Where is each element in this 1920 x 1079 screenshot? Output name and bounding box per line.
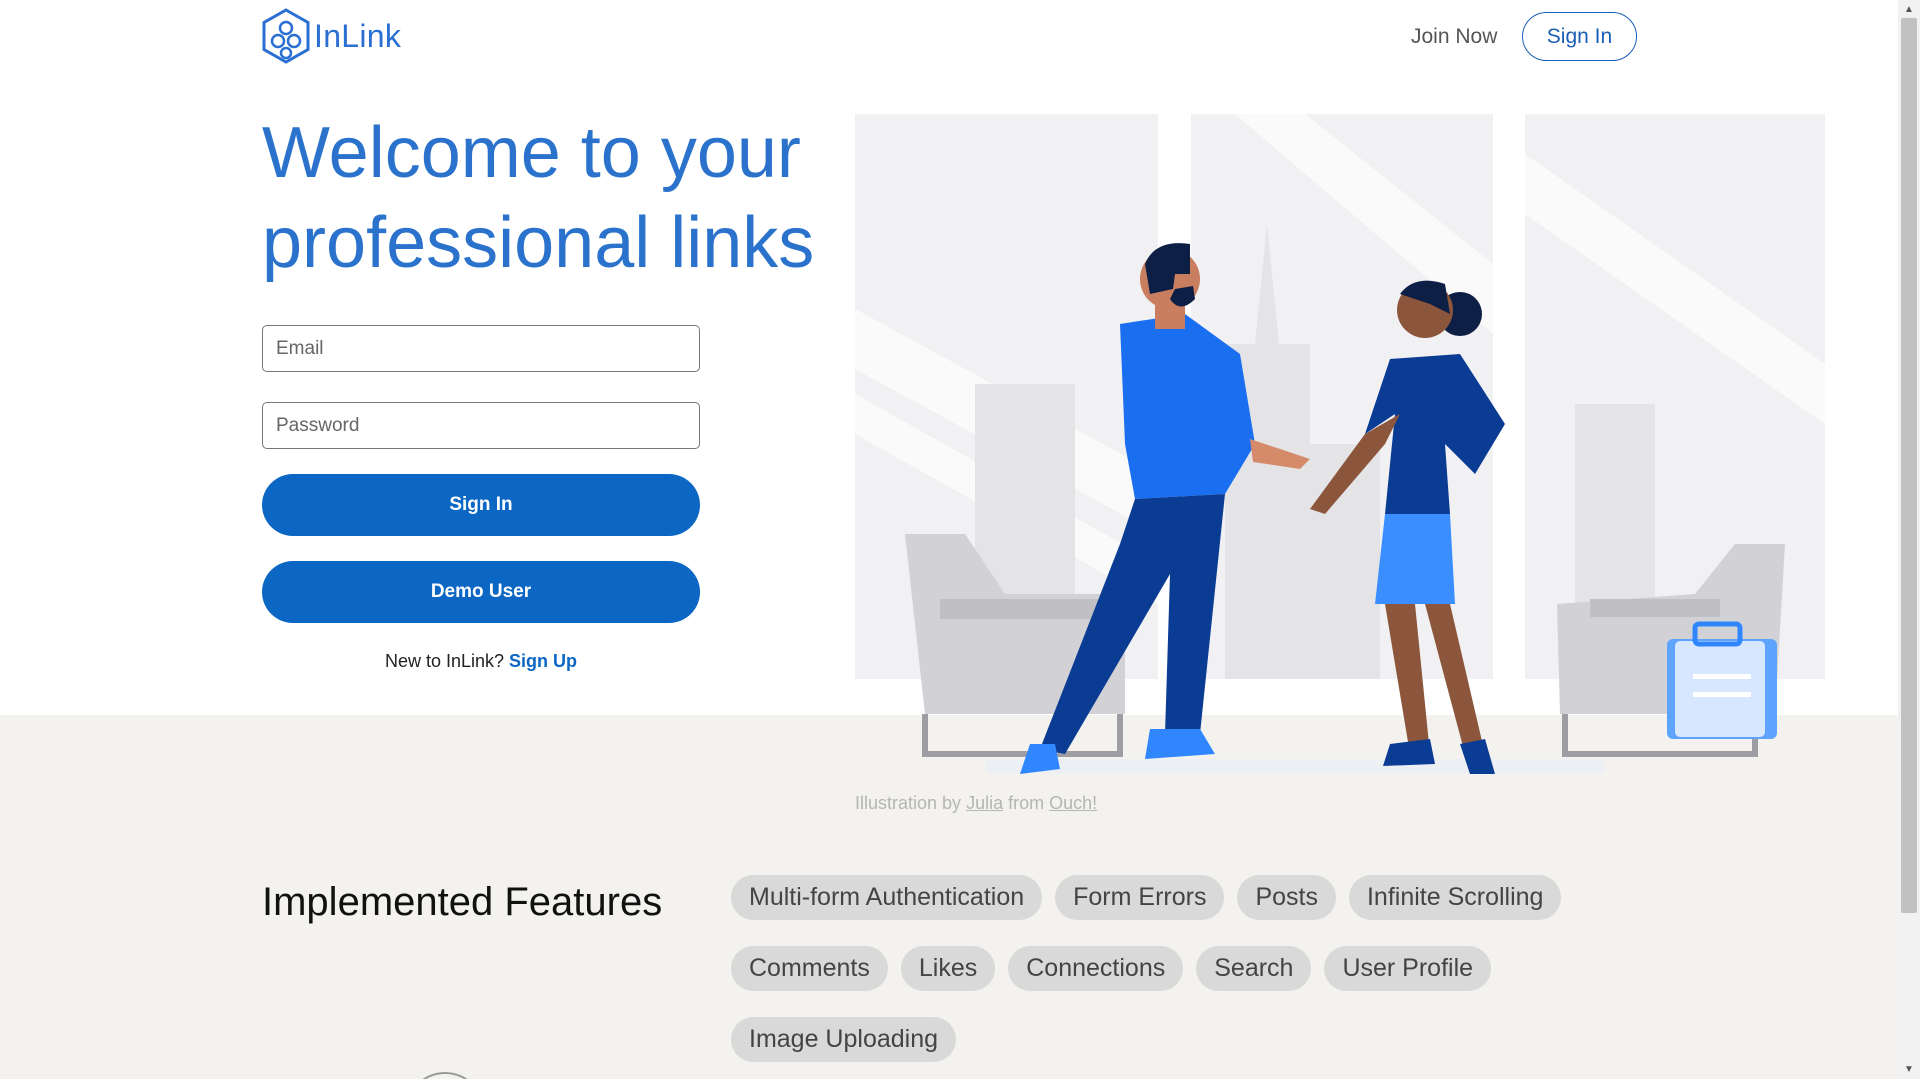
feature-chip: Connections xyxy=(1008,946,1184,991)
logo-text: InLink xyxy=(314,17,402,54)
hero-title: Welcome to your professional links xyxy=(262,108,822,288)
feature-chip: Likes xyxy=(900,946,996,991)
page-scrollbar[interactable]: ▲ ▼ xyxy=(1898,0,1920,1079)
password-field[interactable] xyxy=(262,402,700,449)
logo[interactable]: InLink xyxy=(260,7,401,65)
arrow-down-icon[interactable]: ▼ xyxy=(1904,1064,1914,1075)
join-now-link[interactable]: Join Now xyxy=(1411,25,1497,49)
hero-illustration xyxy=(855,114,1825,774)
illustration-credit: Illustration by Julia from Ouch! xyxy=(855,793,1097,814)
scroll-thumb[interactable] xyxy=(1901,18,1917,913)
feature-chip: User Profile xyxy=(1324,946,1492,991)
hexagon-network-icon xyxy=(262,8,310,64)
demo-user-button[interactable]: Demo User xyxy=(262,561,700,623)
feature-chip: Form Errors xyxy=(1055,875,1225,920)
hero-title-line-2: professional links xyxy=(262,203,815,283)
sign-up-link[interactable]: Sign Up xyxy=(509,651,577,671)
top-nav: InLink Join Now Sign In xyxy=(0,0,1898,75)
arrow-up-icon[interactable]: ▲ xyxy=(1904,4,1914,15)
features-list: Multi-form Authentication Form Errors Po… xyxy=(731,875,1631,1062)
feature-chip: Image Uploading xyxy=(731,1017,957,1062)
feature-chip: Comments xyxy=(731,946,888,991)
credit-prefix: Illustration by xyxy=(855,793,962,813)
feature-chip: Multi-form Authentication xyxy=(731,875,1043,920)
hero-title-line-1: Welcome to your xyxy=(262,113,801,193)
feature-chip: Search xyxy=(1196,946,1312,991)
email-field[interactable] xyxy=(262,325,700,372)
credit-source-link[interactable]: Ouch! xyxy=(1049,793,1097,813)
feature-chip: Posts xyxy=(1237,875,1336,920)
credit-author-link[interactable]: Julia xyxy=(966,793,1003,813)
signup-prompt: New to InLink? Sign Up xyxy=(262,651,700,672)
sign-in-button[interactable]: Sign In xyxy=(262,474,700,536)
credit-middle: from xyxy=(1008,793,1045,813)
features-title: Implemented Features xyxy=(262,880,663,924)
header-sign-in-button[interactable]: Sign In xyxy=(1522,12,1637,61)
signup-prompt-text: New to InLink? xyxy=(384,651,505,671)
feature-chip: Infinite Scrolling xyxy=(1348,875,1562,920)
